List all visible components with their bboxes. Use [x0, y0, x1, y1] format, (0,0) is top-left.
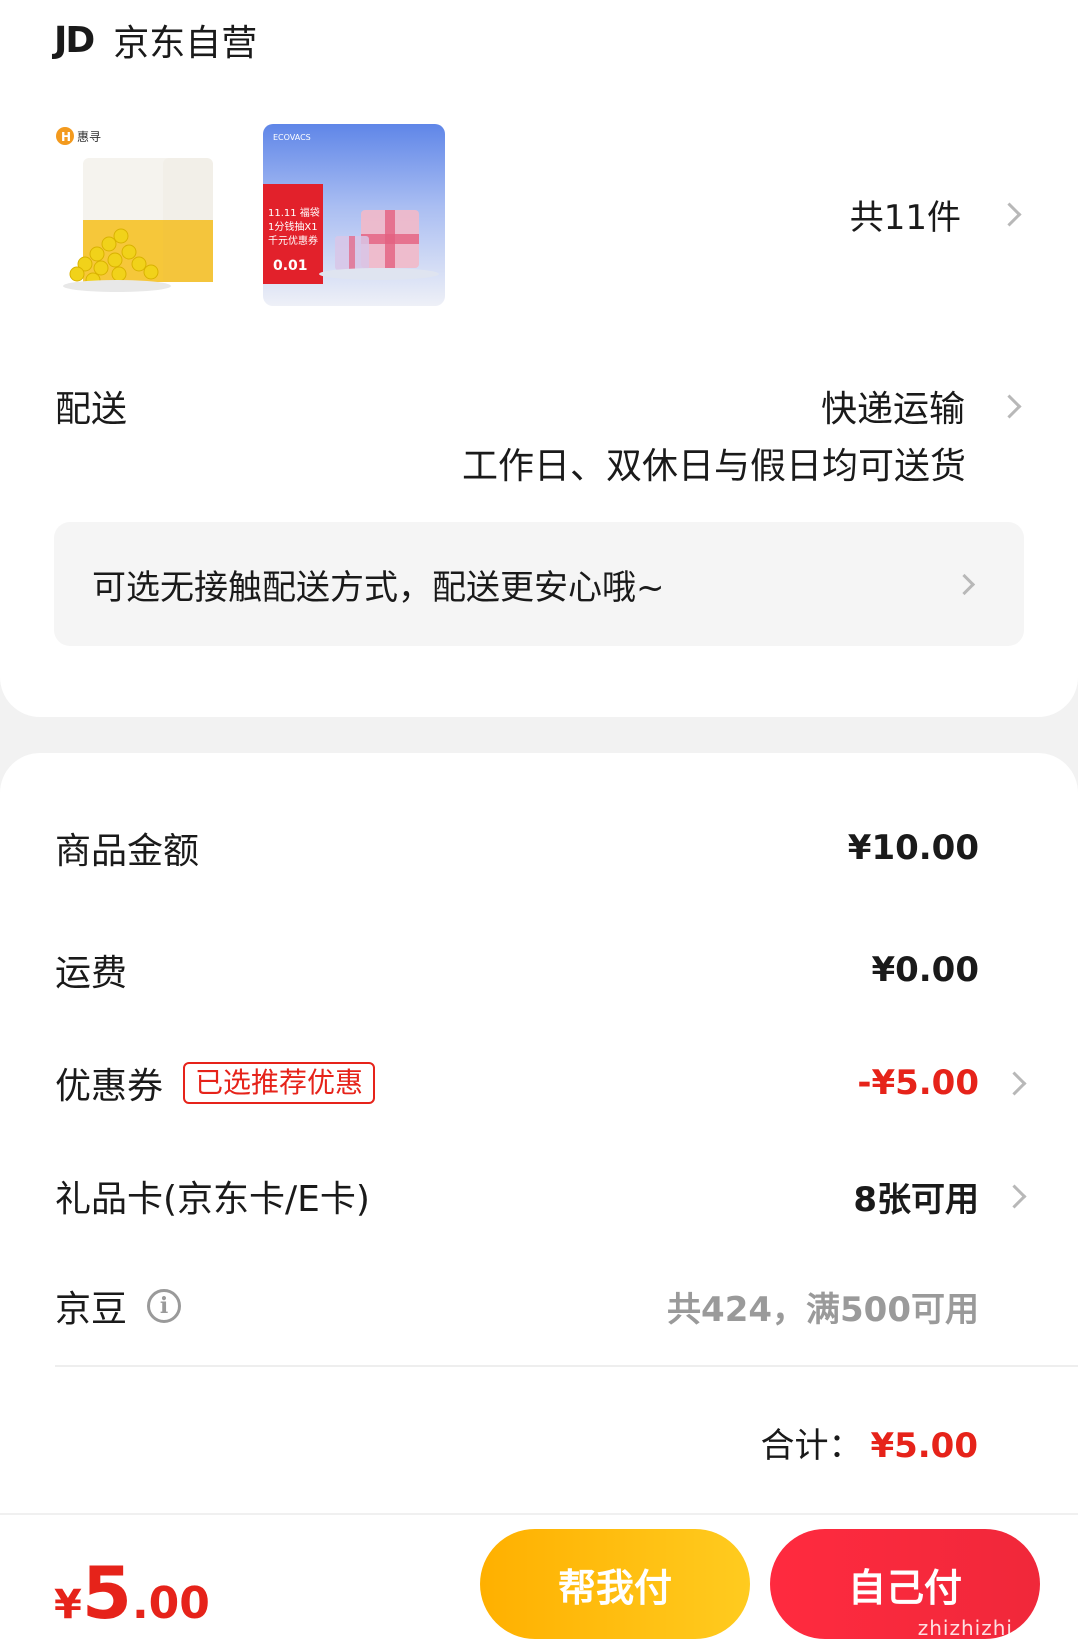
shipping-fee-row: 运费 ¥0.00 [55, 940, 1023, 1000]
delivery-method-link[interactable]: 快递运输 [820, 380, 1022, 432]
contactless-text: 可选无接触配送方式，配送更安心哦~ [92, 567, 665, 608]
shipping-fee-value: ¥0.00 [871, 950, 979, 990]
delivery-method: 快递运输 [820, 389, 965, 430]
goods-amount-label: 商品金额 [55, 831, 200, 872]
jd-logo: JD [54, 19, 95, 61]
total-row: 合计： ¥5.00 [760, 1418, 978, 1467]
shipping-fee-label: 运费 [55, 953, 128, 994]
help-me-pay-button[interactable]: 帮我付 [480, 1529, 750, 1639]
coupon-label: 优惠券 [55, 1066, 164, 1107]
gift-card-row[interactable]: 礼品卡(京东卡/E卡) 8张可用 [55, 1166, 1027, 1226]
coupon-value: -¥5.00 [857, 1063, 979, 1103]
jingdou-row: 京豆 i 共424，满500可用 [55, 1276, 1023, 1336]
info-icon[interactable]: i [147, 1289, 182, 1323]
divider [55, 1365, 1078, 1367]
bottom-pay-bar: ¥ 5 .00 帮我付 自己付 zhizhizhi.com [0, 1513, 1078, 1648]
shop-name: 京东自营 [113, 23, 258, 64]
item-count: 共11件 [849, 198, 961, 238]
jingdou-value: 共424，满500可用 [667, 1289, 979, 1330]
coupon-recommended-tag: 已选推荐优惠 [183, 1062, 376, 1104]
order-items-card: JD 京东自营 H 惠寻 ECOVACS 11.11 福袋 1分钱抽X1 千元优… [0, 0, 1078, 717]
pay-currency: ¥ [54, 1582, 82, 1628]
pay-decimal: .00 [131, 1578, 210, 1629]
total-label: 合计： [760, 1426, 863, 1466]
product-image-2: ECOVACS 11.11 福袋 1分钱抽X1 千元优惠券 0.01 [263, 133, 439, 284]
coupon-line-3: 千元优惠券 [268, 234, 318, 247]
contactless-delivery-option[interactable]: 可选无接触配送方式，配送更安心哦~ [54, 522, 1024, 646]
gift-card-label: 礼品卡(京东卡/E卡) [55, 1179, 370, 1220]
chevron-right-icon [1002, 1183, 1027, 1209]
checkout-page: JD 京东自营 H 惠寻 ECOVACS 11.11 福袋 1分钱抽X1 千元优… [0, 0, 1078, 1648]
chevron-right-icon [997, 202, 1022, 227]
goods-amount-value: ¥10.00 [847, 828, 979, 868]
coupon-price: 0.01 [273, 258, 308, 274]
total-value: ¥5.00 [870, 1426, 978, 1466]
pay-amount: ¥ 5 .00 [54, 1551, 210, 1635]
delivery-label: 配送 [55, 389, 128, 430]
coupon-row[interactable]: 优惠券 已选推荐优惠 -¥5.00 [55, 1053, 1027, 1113]
coupon-line-2: 1分钱抽X1 [268, 220, 318, 233]
goods-amount-row: 商品金额 ¥10.00 [55, 818, 1023, 878]
watermark: zhizhizhi.com [917, 1616, 1066, 1640]
coupon-line-1: 11.11 福袋 [268, 206, 320, 219]
product-image-1: H 惠寻 [56, 127, 213, 292]
svg-text:H: H [61, 130, 71, 144]
chevron-right-icon [1002, 1070, 1027, 1096]
shop-header: JD 京东自营 [54, 10, 257, 70]
chevron-right-icon [997, 393, 1022, 419]
delivery-note: 工作日、双休日与假日均可送货 [461, 446, 966, 487]
jingdou-label: 京豆 [55, 1289, 128, 1330]
product2-brand: ECOVACS [273, 133, 311, 142]
product-thumbnail-1[interactable]: H 惠寻 [55, 124, 237, 306]
pay-integer: 5 [81, 1551, 132, 1635]
product-thumbnail-2[interactable]: ECOVACS 11.11 福袋 1分钱抽X1 千元优惠券 0.01 [263, 124, 445, 306]
product1-brand: 惠寻 [77, 130, 101, 144]
gift-card-value: 8张可用 [853, 1179, 979, 1220]
item-count-link[interactable]: 共11件 [849, 190, 1022, 239]
chevron-right-icon [953, 573, 976, 595]
